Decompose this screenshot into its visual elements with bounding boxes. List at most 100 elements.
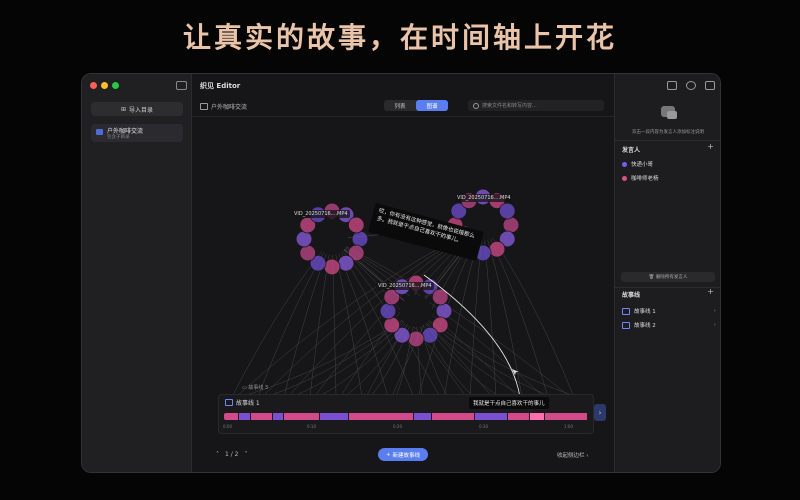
timeline-segment[interactable] [413, 413, 433, 420]
collapse-sidebar-button[interactable]: 收起侧边栏 ‹ [557, 451, 588, 459]
chevron-up-icon[interactable]: ˄ [216, 451, 219, 458]
graph-canvas[interactable] [192, 117, 614, 417]
app-window: ⊞ 导入目录 户外咖啡交流 包含子目录 织见 Editor 户外咖啡交流 列表 … [81, 73, 721, 473]
window-controls [90, 82, 119, 89]
toolbar: 户外咖啡交流 列表 图谱 搜索文件名和转写内容... [192, 96, 614, 117]
tab-list-view[interactable]: 列表 [384, 100, 416, 111]
timeline-tick: 0:20 [393, 424, 402, 429]
page-indicator: 1 / 2 [225, 451, 239, 458]
search-input[interactable]: 搜索文件名和转写内容... [468, 100, 604, 111]
collapse-sidebar-label: 收起侧边栏 [557, 453, 585, 459]
timeline-tick: 0:10 [307, 424, 316, 429]
timeline-tick: 1:00 [564, 424, 573, 429]
tab-graph-view[interactable]: 图谱 [416, 100, 448, 111]
story-item[interactable]: 故事线 2 › [622, 321, 716, 329]
timeline-segment[interactable] [507, 413, 530, 420]
gear-icon[interactable] [686, 81, 696, 90]
graph-node-petal [435, 302, 453, 320]
chevron-right-icon[interactable]: › [594, 404, 606, 421]
timeline-segment[interactable] [432, 413, 476, 420]
sidebar-toggle-icon[interactable] [176, 81, 187, 90]
chevron-right-icon: › [713, 308, 716, 314]
plus-icon: + [385, 451, 391, 458]
graph-node-petal [323, 258, 341, 276]
timeline-segment[interactable] [320, 413, 350, 420]
divider [615, 140, 720, 141]
hidden-story-label: ▭ 故事线 3 [242, 385, 269, 391]
graph-link [331, 238, 571, 398]
graph-node-label[interactable]: VID_20250716....MP4 [455, 194, 513, 202]
banner: 让真实的故事，在时间轴上开花 [0, 0, 800, 72]
timeline-tooltip: 我就是干点自己喜欢干的事儿 [469, 397, 549, 409]
speaker-item[interactable]: 咖啡师老杨 [622, 174, 659, 182]
timeline-segment[interactable] [250, 413, 273, 420]
chevron-down-icon[interactable]: ˅ [244, 451, 247, 458]
graph-node-label[interactable]: VID_20250716....MP4 [292, 210, 350, 218]
speaker-color-dot [622, 175, 627, 181]
import-folder-button[interactable]: ⊞ 导入目录 [91, 102, 183, 116]
folder-icon [96, 129, 103, 135]
close-window-button[interactable] [90, 82, 97, 89]
speaker-name: 咖啡师老杨 [631, 176, 659, 182]
add-speaker-button[interactable]: + [707, 142, 714, 151]
sidebar-item-folder[interactable]: 户外咖啡交流 包含子目录 [91, 124, 183, 142]
timeline-segment[interactable] [544, 413, 588, 420]
list-icon[interactable] [667, 81, 677, 90]
empty-hint: 双击一段内容为发言人添加标注说明 [632, 130, 704, 135]
timeline-title: 故事线 1 [225, 398, 260, 407]
graph-node-petal [488, 240, 506, 258]
app-title: 织见 Editor [200, 82, 241, 90]
search-icon [473, 102, 479, 109]
main-area: 织见 Editor 户外咖啡交流 列表 图谱 搜索文件名和转写内容... VID… [192, 74, 614, 472]
bottom-bar: ˄ 1 / 2 ˅ + 新建故事线 收起侧边栏 ‹ [192, 446, 614, 466]
timeline-track[interactable] [224, 413, 588, 420]
folder-subtitle: 包含子目录 [107, 135, 130, 140]
speaker-color-dot [622, 161, 627, 167]
graph-node-petal [337, 254, 355, 272]
graph-node-label[interactable]: VID_20250716....MP4 [376, 282, 434, 290]
minimize-window-button[interactable] [101, 82, 108, 89]
graph-node-petal [498, 202, 516, 220]
timeline-segment[interactable] [349, 413, 414, 420]
new-story-button[interactable]: + 新建故事线 [378, 448, 428, 461]
graph-node-core [400, 295, 432, 327]
graph-node-petal [421, 326, 439, 344]
graph-node-petal [351, 230, 369, 248]
graph-node-petal [379, 302, 397, 320]
banner-title: 让真实的故事，在时间轴上开花 [182, 21, 617, 54]
story-name: 故事线 2 [634, 323, 656, 329]
speaker-item[interactable]: 快递小哥 [622, 160, 653, 168]
timeline-icon [622, 307, 630, 315]
graph-node-petal [407, 330, 425, 348]
breadcrumb: 户外咖啡交流 [200, 102, 247, 111]
timeline-icon [622, 321, 630, 329]
timeline-icon [225, 399, 233, 406]
zoom-window-button[interactable] [112, 82, 119, 89]
story-item[interactable]: 故事线 1 › [622, 307, 716, 315]
view-switcher: 列表 图谱 [384, 100, 448, 111]
timeline-segment[interactable] [224, 413, 240, 420]
folder-plus-icon: ⊞ [120, 105, 126, 113]
timeline-tick: 0:00 [223, 424, 232, 429]
graph-node-core [316, 223, 348, 255]
chevron-left-icon: ‹ [586, 453, 589, 459]
timeline-tick: 0:30 [479, 424, 488, 429]
chevron-right-icon: › [713, 322, 716, 328]
timeline-segment[interactable] [529, 413, 545, 420]
right-panel: 双击一段内容为发言人添加标注说明 发言人 + 快递小哥 咖啡师老杨 🗑 删除所有… [614, 74, 720, 472]
timeline-segment[interactable] [284, 413, 321, 420]
add-story-button[interactable]: + [707, 287, 714, 296]
stories-heading: 故事线 [622, 292, 641, 299]
timeline-segment[interactable] [239, 413, 251, 420]
panel-toggle-icon[interactable] [705, 81, 715, 90]
delete-all-speakers-button[interactable]: 🗑 删除所有发言人 [621, 272, 715, 282]
breadcrumb-label: 户外咖啡交流 [211, 104, 248, 111]
timeline-segment[interactable] [272, 413, 285, 420]
graph-node-petal [347, 216, 365, 234]
story-timeline[interactable]: 故事线 1 我就是干点自己喜欢干的事儿 0:00 0:10 0:20 0:30 … [218, 394, 594, 434]
timeline-segment[interactable] [475, 413, 508, 420]
graph-node-petal [295, 230, 313, 248]
left-sidebar: ⊞ 导入目录 户外咖啡交流 包含子目录 [82, 74, 192, 472]
import-folder-label: 导入目录 [129, 106, 154, 114]
graph-node-petal [383, 316, 401, 334]
